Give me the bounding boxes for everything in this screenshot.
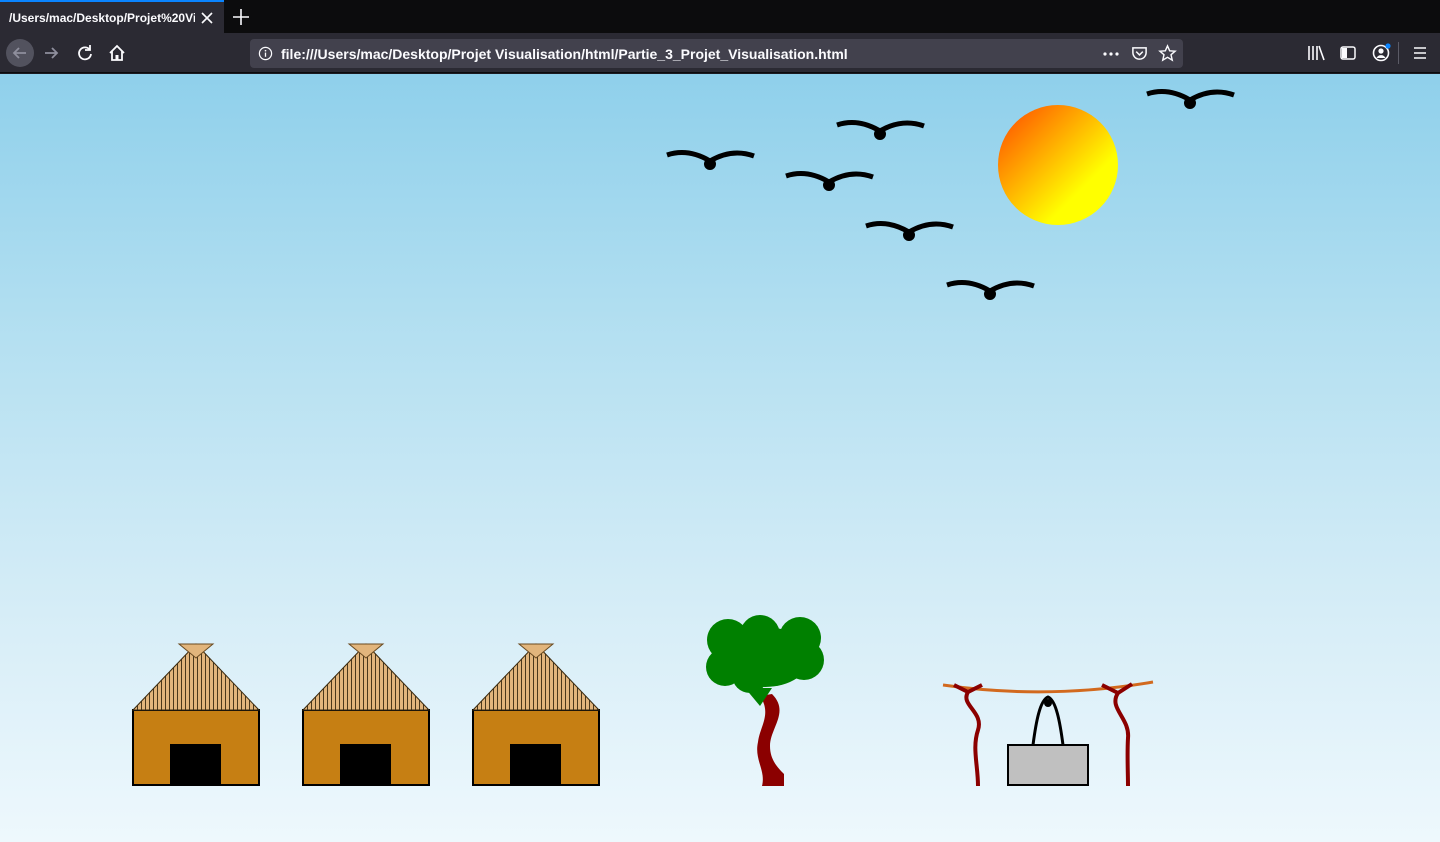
tree — [706, 615, 824, 786]
url-bar[interactable]: file:///Users/mac/Desktop/Projet Visuali… — [250, 39, 1183, 68]
scene-canvas — [132, 74, 1440, 787]
info-icon[interactable] — [258, 46, 273, 61]
bird — [667, 153, 754, 170]
more-icon[interactable] — [1102, 46, 1120, 62]
navigation-toolbar: file:///Users/mac/Desktop/Projet Visuali… — [0, 33, 1440, 73]
new-tab-icon[interactable] — [230, 6, 252, 28]
hut — [132, 643, 260, 786]
back-arrow-icon[interactable] — [6, 39, 34, 67]
bird — [866, 224, 953, 241]
bookmark-star-icon[interactable] — [1158, 44, 1177, 63]
sidebar-icon[interactable] — [1339, 44, 1357, 62]
well-post-left — [953, 683, 983, 787]
tab-title: /Users/mac/Desktop/Projet%20Visualisatio… — [9, 11, 195, 25]
tree-leaves — [706, 615, 824, 706]
reload-icon[interactable] — [71, 39, 99, 67]
pocket-icon[interactable] — [1131, 45, 1148, 62]
bird — [947, 283, 1034, 300]
hamburger-menu-icon[interactable] — [1412, 45, 1428, 61]
library-icon[interactable] — [1306, 44, 1326, 62]
bird — [786, 174, 873, 191]
home-icon[interactable] — [103, 39, 131, 67]
hut — [302, 643, 430, 786]
active-tab[interactable]: /Users/mac/Desktop/Projet%20Visualisatio… — [0, 0, 224, 33]
well-bucket — [1007, 744, 1089, 786]
well-post-right — [1101, 682, 1134, 787]
well-hook — [1044, 699, 1052, 707]
well — [942, 680, 1154, 787]
url-text[interactable]: file:///Users/mac/Desktop/Projet Visuali… — [281, 46, 848, 62]
close-icon[interactable] — [200, 11, 214, 25]
tree-trunk — [757, 694, 784, 786]
bird — [837, 123, 924, 140]
toolbar-separator — [1398, 42, 1399, 64]
tab-bar: /Users/mac/Desktop/Projet%20Visualisatio… — [0, 0, 1440, 33]
bird — [1147, 92, 1234, 109]
page-content — [0, 74, 1440, 842]
sun — [998, 105, 1118, 225]
account-icon[interactable] — [1371, 43, 1393, 63]
forward-arrow-icon[interactable] — [38, 39, 66, 67]
hut — [472, 643, 600, 786]
